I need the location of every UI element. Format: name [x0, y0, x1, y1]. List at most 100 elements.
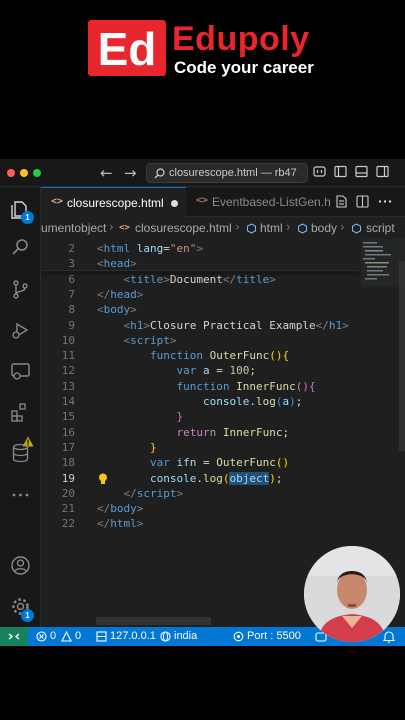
- location-label[interactable]: india: [174, 629, 197, 644]
- line-number: 10: [61, 333, 75, 347]
- tab-label: Eventbased-ListGen.h: [212, 195, 331, 209]
- split-editor-icon[interactable]: [356, 195, 369, 208]
- line-number: 8: [68, 303, 75, 317]
- code-token: body: [103, 303, 131, 317]
- tab-eventbased-listgen[interactable]: <> Eventbased-ListGen.h: [186, 187, 333, 217]
- code-token: >: [136, 502, 144, 516]
- code-line[interactable]: 8 <body>: [41, 302, 359, 317]
- line-number: 19: [61, 471, 75, 485]
- code-token: <: [97, 242, 104, 255]
- code-token: .: [249, 395, 256, 408]
- code-line[interactable]: 21 </body>: [41, 501, 359, 516]
- code-line[interactable]: 6 <title>Document</title>: [41, 272, 359, 287]
- source-control-icon[interactable]: [10, 279, 31, 300]
- tab-bar: <> closurescope.html <> Eventbased-ListG…: [41, 187, 405, 217]
- toggle-secondary-sidebar-icon[interactable]: [376, 165, 389, 178]
- close-window-button[interactable]: [7, 169, 15, 177]
- error-count[interactable]: 0: [50, 629, 56, 644]
- code-line[interactable]: 13 function InnerFunc(){: [41, 379, 359, 394]
- code-token: ;: [295, 395, 303, 408]
- breadcrumb-html[interactable]: html: [260, 221, 283, 235]
- more-actions-icon[interactable]: [378, 195, 392, 208]
- back-arrow-icon[interactable]: ←: [100, 164, 113, 182]
- extensions-icon[interactable]: [10, 402, 31, 423]
- line-number: 6: [68, 272, 75, 286]
- line-code: <script>: [97, 333, 177, 348]
- breadcrumb-script[interactable]: script: [366, 221, 395, 235]
- breadcrumb-body[interactable]: body: [311, 221, 337, 235]
- line-code: function OuterFunc(){: [97, 348, 289, 363]
- symbol-element-icon: [352, 223, 361, 234]
- line-number: 14: [61, 395, 75, 408]
- code-line[interactable]: 15 }: [41, 409, 359, 424]
- remote-indicator[interactable]: [0, 627, 28, 646]
- code-line[interactable]: 7 </head>: [41, 287, 359, 302]
- code-line[interactable]: 22 </html>: [41, 516, 359, 531]
- code-token: return: [176, 425, 223, 439]
- notifications-bell-icon[interactable]: [383, 630, 395, 643]
- code-token: =: [163, 242, 170, 255]
- line-number: 11: [61, 349, 75, 363]
- line-code: </head>: [97, 287, 143, 302]
- database-icon[interactable]: [10, 443, 31, 464]
- code-token: html: [110, 517, 137, 531]
- code-token: =: [196, 456, 217, 470]
- code-line[interactable]: 20 </script>: [41, 486, 359, 501]
- code-line[interactable]: 12 var a = 100;: [41, 363, 359, 378]
- code-token: log: [255, 395, 276, 408]
- live-server-port[interactable]: Port : 5500: [247, 629, 301, 644]
- maximize-window-button[interactable]: [33, 169, 41, 177]
- code-token: var: [176, 364, 203, 378]
- minimize-window-button[interactable]: [20, 169, 28, 177]
- code-line[interactable]: 19 console.log(object);: [41, 471, 359, 486]
- code-line[interactable]: 9 <h1>Closure Practical Example</h1>: [41, 318, 359, 333]
- toggle-sidebar-icon[interactable]: [334, 165, 347, 178]
- toggle-panel-icon[interactable]: [355, 165, 368, 178]
- tab-closurescope[interactable]: <> closurescope.html: [41, 187, 186, 217]
- lightbulb-icon[interactable]: [98, 473, 108, 485]
- warning-count[interactable]: 0: [75, 629, 81, 644]
- breadcrumb-file[interactable]: closurescope.html: [135, 221, 232, 235]
- vertical-scrollbar[interactable]: [399, 261, 405, 451]
- code-token: ): [289, 395, 296, 408]
- brand-name: Edupoly: [172, 20, 310, 58]
- command-center[interactable]: closurescope.html — rb47: [146, 163, 308, 183]
- code-line[interactable]: 2 <html lang="en">: [41, 241, 359, 256]
- forward-arrow-icon[interactable]: →: [124, 164, 137, 182]
- code-line[interactable]: 14 console.log(a);: [41, 394, 359, 409]
- code-token: >: [130, 303, 137, 317]
- remote-explorer-icon[interactable]: [10, 361, 31, 382]
- code-line[interactable]: 17 }: [41, 440, 359, 455]
- open-changes-icon[interactable]: [335, 195, 347, 208]
- host-address[interactable]: 127.0.0.1: [110, 629, 156, 644]
- code-token: =: [209, 364, 230, 378]
- code-token: ;: [282, 425, 290, 439]
- line-code: <body>: [97, 302, 137, 317]
- search-icon[interactable]: [10, 237, 31, 258]
- account-icon[interactable]: [10, 555, 31, 576]
- symbol-element-icon: [247, 223, 256, 234]
- tab-label: closurescope.html: [67, 196, 164, 210]
- run-debug-icon[interactable]: [10, 320, 31, 341]
- code-token: lang: [136, 242, 164, 255]
- code-line[interactable]: 18 var ifn = OuterFunc(): [41, 455, 359, 470]
- code-line[interactable]: 10 <script>: [41, 333, 359, 348]
- copilot-icon[interactable]: [313, 165, 326, 178]
- unsaved-dot-icon[interactable]: [171, 200, 178, 207]
- code-token: html: [103, 242, 137, 255]
- horizontal-scrollbar[interactable]: [96, 617, 211, 625]
- more-icon[interactable]: [10, 484, 31, 505]
- code-line[interactable]: 16 return InnerFunc;: [41, 425, 359, 440]
- code-line[interactable]: 11 function OuterFunc(){: [41, 348, 359, 363]
- code-token: >: [196, 242, 203, 255]
- line-number: 9: [68, 318, 75, 332]
- code-token: 100: [229, 364, 250, 378]
- code-token: console: [149, 471, 197, 485]
- line-code: console.log(a);: [97, 394, 302, 409]
- code-token: "en": [169, 242, 197, 255]
- breadcrumb-folder[interactable]: umentobject: [41, 221, 106, 235]
